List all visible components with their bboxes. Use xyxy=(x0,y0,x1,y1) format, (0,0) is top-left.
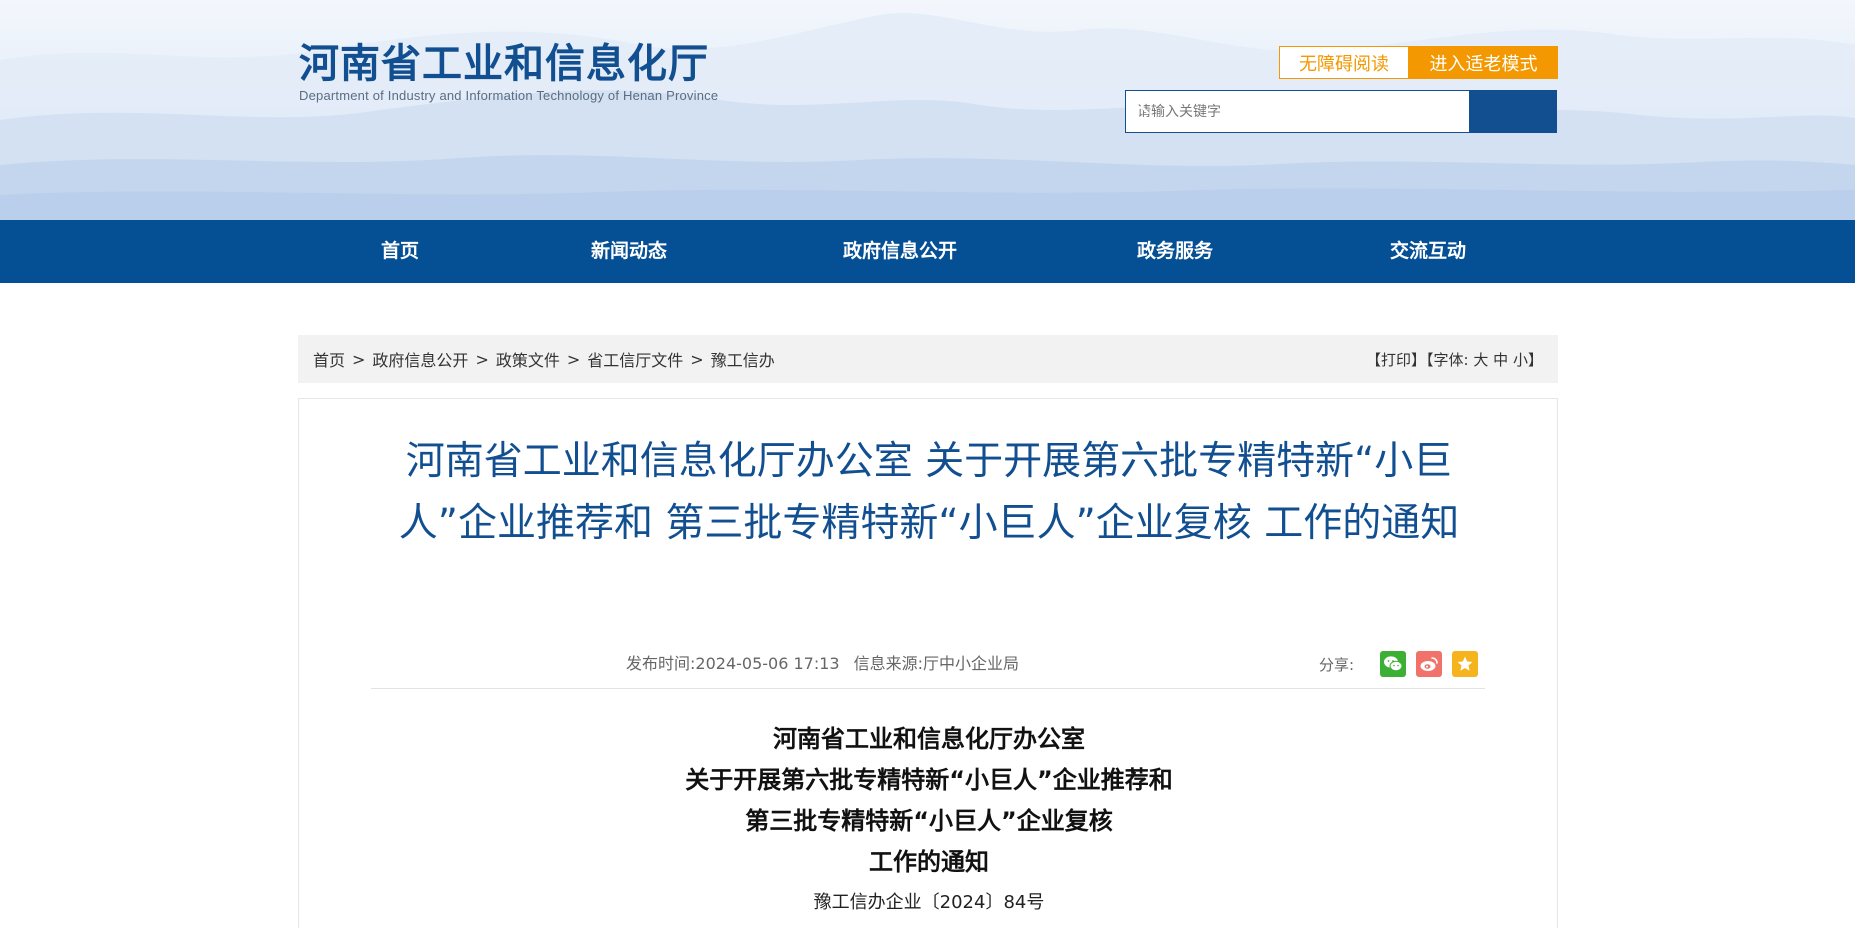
nav-item-gov-services[interactable]: 政务服务 xyxy=(1137,220,1213,283)
nav-item-interaction[interactable]: 交流互动 xyxy=(1390,220,1466,283)
document-number: 豫工信办企业〔2024〕84号 xyxy=(813,892,1045,913)
print-button[interactable]: 【打印】 xyxy=(1366,351,1426,369)
search-button[interactable] xyxy=(1127,90,1557,133)
breadcrumb-separator: > xyxy=(352,349,366,369)
font-medium-button[interactable]: 中 xyxy=(1493,351,1508,369)
breadcrumb: 首页 > 政府信息公开 > 政策文件 > 省工信厅文件 > 豫工信办 xyxy=(313,347,775,371)
share-label: 分享: xyxy=(1319,655,1355,674)
document-header: 河南省工业和信息化厅办公室 关于开展第六批专精特新“小巨人”企业推荐和 第三批专… xyxy=(299,719,1559,915)
breadcrumb-separator: > xyxy=(475,349,489,369)
search-input[interactable] xyxy=(1125,90,1470,133)
font-small-button[interactable]: 小 xyxy=(1513,351,1528,369)
article-card: 河南省工业和信息化厅办公室 关于开展第六批专精特新“小巨人”企业推荐和 第三批专… xyxy=(298,398,1558,928)
favorite-icon[interactable] xyxy=(1452,651,1479,677)
site-logo[interactable]: 河南省工业和信息化厅 Department of Industry and In… xyxy=(299,40,718,103)
nav-item-news[interactable]: 新闻动态 xyxy=(591,220,667,283)
doc-header-line: 工作的通知 xyxy=(869,848,989,876)
nav-item-home[interactable]: 首页 xyxy=(381,220,419,283)
breadcrumb-separator: > xyxy=(566,349,581,369)
source-label: 信息来源: xyxy=(853,654,923,673)
breadcrumb-policy-docs[interactable]: 政策文件 xyxy=(496,347,560,371)
font-size-label: 【字体: xyxy=(1426,350,1469,369)
breadcrumb-yugongxinban[interactable]: 豫工信办 xyxy=(711,347,775,371)
breadcrumb-dept-docs[interactable]: 省工信厅文件 xyxy=(587,347,683,371)
meta-divider xyxy=(371,688,1485,689)
main-nav: 首页 新闻动态 政府信息公开 政务服务 交流互动 xyxy=(0,220,1855,283)
header-banner: 河南省工业和信息化厅 Department of Industry and In… xyxy=(0,0,1855,220)
weibo-icon[interactable] xyxy=(1416,651,1443,677)
accessible-reading-button[interactable]: 无障碍阅读 xyxy=(1279,46,1409,79)
nav-item-gov-info[interactable]: 政府信息公开 xyxy=(843,220,957,283)
wechat-icon[interactable] xyxy=(1380,651,1407,677)
breadcrumb-home[interactable]: 首页 xyxy=(313,347,345,371)
mode-buttons: 无障碍阅读 进入适老模式 xyxy=(1279,46,1558,79)
article-meta: 发布时间:2024-05-06 17:13 信息来源:厅中小企业局 分享: xyxy=(299,649,1559,679)
logo-chinese-title: 河南省工业和信息化厅 xyxy=(299,41,709,87)
mountain-background xyxy=(0,13,1855,220)
doc-header-line: 河南省工业和信息化厅办公室 xyxy=(773,725,1085,753)
breadcrumb-separator: > xyxy=(690,349,704,369)
article-title: 河南省工业和信息化厅办公室 关于开展第六批专精特新“小巨人”企业推荐和 第三批专… xyxy=(398,439,1460,546)
search-bar xyxy=(1125,90,1557,133)
publish-time-label: 发布时间: xyxy=(626,654,696,673)
logo-english-title: Department of Industry and Information T… xyxy=(299,88,719,103)
share-bar: 分享: xyxy=(1319,649,1479,679)
elder-mode-button[interactable]: 进入适老模式 xyxy=(1409,46,1558,79)
page-tools: 【打印】【字体: 大 中 小】 xyxy=(1366,349,1543,370)
doc-header-line: 第三批专精特新“小巨人”企业复核 xyxy=(745,807,1113,835)
doc-header-line: 关于开展第六批专精特新“小巨人”企业推荐和 xyxy=(685,766,1173,794)
article-meta-text: 发布时间:2024-05-06 17:13 信息来源:厅中小企业局 xyxy=(626,649,1019,679)
breadcrumb-gov-info[interactable]: 政府信息公开 xyxy=(372,347,468,371)
publish-time: 2024-05-06 17:13 xyxy=(695,654,840,673)
font-large-button[interactable]: 大 xyxy=(1473,351,1488,369)
font-size-close: 】 xyxy=(1527,350,1543,369)
breadcrumb-bar: 首页 > 政府信息公开 > 政策文件 > 省工信厅文件 > 豫工信办 【打印】【… xyxy=(298,335,1558,383)
article-source: 厅中小企业局 xyxy=(923,654,1020,673)
search-icon xyxy=(1127,92,1150,115)
